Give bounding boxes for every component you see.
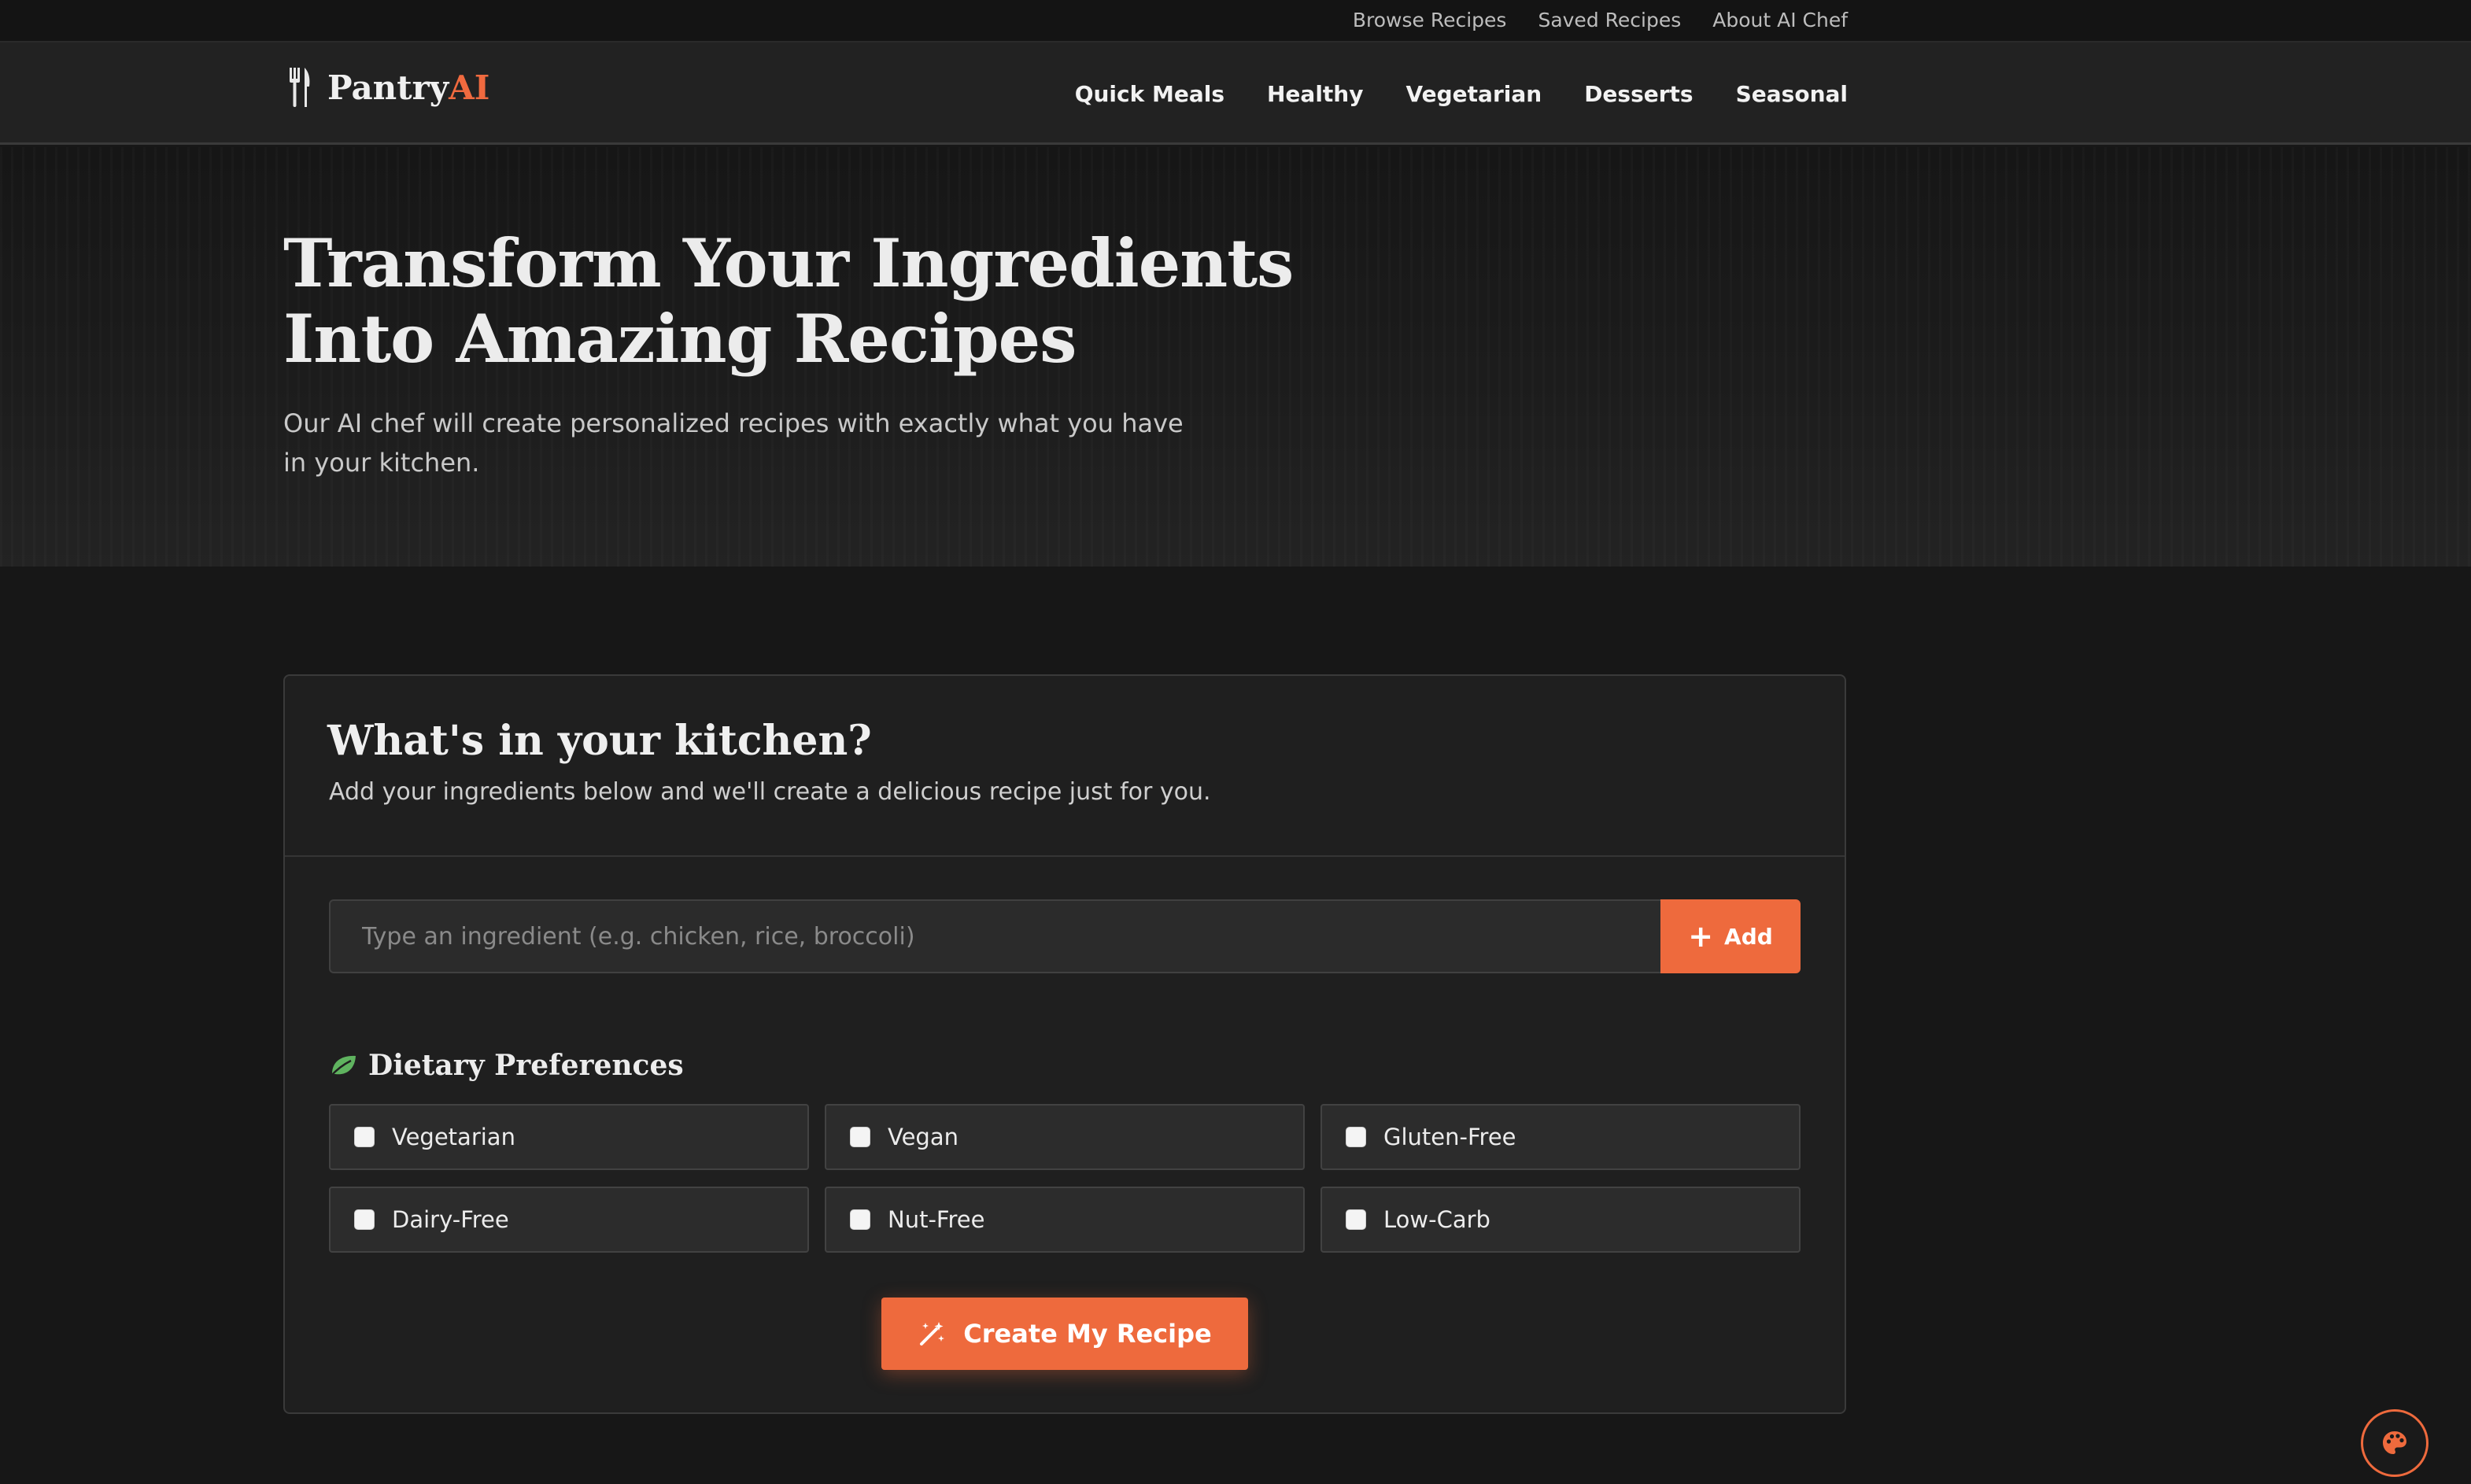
diet-option-vegan[interactable]: Vegan [825, 1104, 1305, 1170]
nav-seasonal[interactable]: Seasonal [1736, 81, 1848, 107]
diet-option-label: Dairy-Free [392, 1206, 509, 1233]
hero-subtitle: Our AI chef will create personalized rec… [283, 408, 1184, 478]
create-recipe-button[interactable]: Create My Recipe [881, 1298, 1248, 1370]
nav-vegetarian[interactable]: Vegetarian [1406, 81, 1542, 107]
browse-recipes-link[interactable]: Browse Recipes [1353, 9, 1507, 31]
gluten-free-checkbox[interactable] [1346, 1127, 1366, 1147]
nav-healthy[interactable]: Healthy [1267, 81, 1364, 107]
diet-option-nut-free[interactable]: Nut-Free [825, 1187, 1305, 1253]
vegan-checkbox[interactable] [850, 1127, 870, 1147]
kitchen-card-header: What's in your kitchen? Add your ingredi… [285, 676, 1845, 857]
ingredient-input[interactable] [329, 899, 1660, 973]
add-button-label: Add [1724, 923, 1773, 950]
palette-icon [2383, 1431, 2406, 1454]
brand-name-accent: AI [449, 68, 490, 107]
kitchen-subtitle: Add your ingredients below and we'll cre… [329, 778, 1211, 806]
diet-option-label: Vegan [888, 1124, 958, 1150]
low-carb-checkbox[interactable] [1346, 1209, 1366, 1230]
diet-option-vegetarian[interactable]: Vegetarian [329, 1104, 809, 1170]
nut-free-checkbox[interactable] [850, 1209, 870, 1230]
vegetarian-checkbox[interactable] [354, 1127, 375, 1147]
leaf-icon [330, 1055, 356, 1077]
diet-option-low-carb[interactable]: Low-Carb [1320, 1187, 1801, 1253]
diet-option-label: Gluten-Free [1383, 1124, 1516, 1150]
brand-name-main: Pantry [327, 68, 449, 107]
diet-option-label: Vegetarian [392, 1124, 515, 1150]
nav-quick-meals[interactable]: Quick Meals [1075, 81, 1224, 107]
diet-option-dairy-free[interactable]: Dairy-Free [329, 1187, 809, 1253]
create-recipe-label: Create My Recipe [963, 1319, 1212, 1349]
diet-option-label: Nut-Free [888, 1206, 985, 1233]
about-ai-chef-link[interactable]: About AI Chef [1712, 9, 1848, 31]
plus-icon: + [1688, 919, 1714, 954]
utility-links: Browse Recipes Saved Recipes About AI Ch… [1353, 0, 1848, 39]
saved-recipes-link[interactable]: Saved Recipes [1538, 9, 1681, 31]
dietary-preferences-title: Dietary Preferences [368, 1049, 684, 1082]
utility-bar: Browse Recipes Saved Recipes About AI Ch… [0, 0, 2471, 42]
brand-name: PantryAI [327, 68, 489, 107]
kitchen-card: What's in your kitchen? Add your ingredi… [283, 674, 1846, 1414]
hero-title: Transform Your Ingredients Into Amazing … [283, 224, 1294, 378]
hero-section: Transform Your Ingredients Into Amazing … [0, 147, 2471, 567]
dietary-preferences-heading: Dietary Preferences [329, 1049, 684, 1082]
main-nav: Quick Meals Healthy Vegetarian Desserts … [1075, 42, 1848, 145]
kitchen-title: What's in your kitchen? [327, 717, 872, 765]
dairy-free-checkbox[interactable] [354, 1209, 375, 1230]
add-ingredient-button[interactable]: + Add [1660, 899, 1801, 973]
fork-knife-icon [290, 68, 310, 107]
logo[interactable]: PantryAI [286, 66, 489, 109]
diet-option-label: Low-Carb [1383, 1206, 1490, 1233]
diet-option-gluten-free[interactable]: Gluten-Free [1320, 1104, 1801, 1170]
theme-toggle-button[interactable] [2361, 1409, 2429, 1477]
magic-wand-icon [920, 1322, 945, 1346]
main-header: PantryAI Quick Meals Healthy Vegetarian … [0, 42, 2471, 145]
nav-desserts[interactable]: Desserts [1584, 81, 1693, 107]
